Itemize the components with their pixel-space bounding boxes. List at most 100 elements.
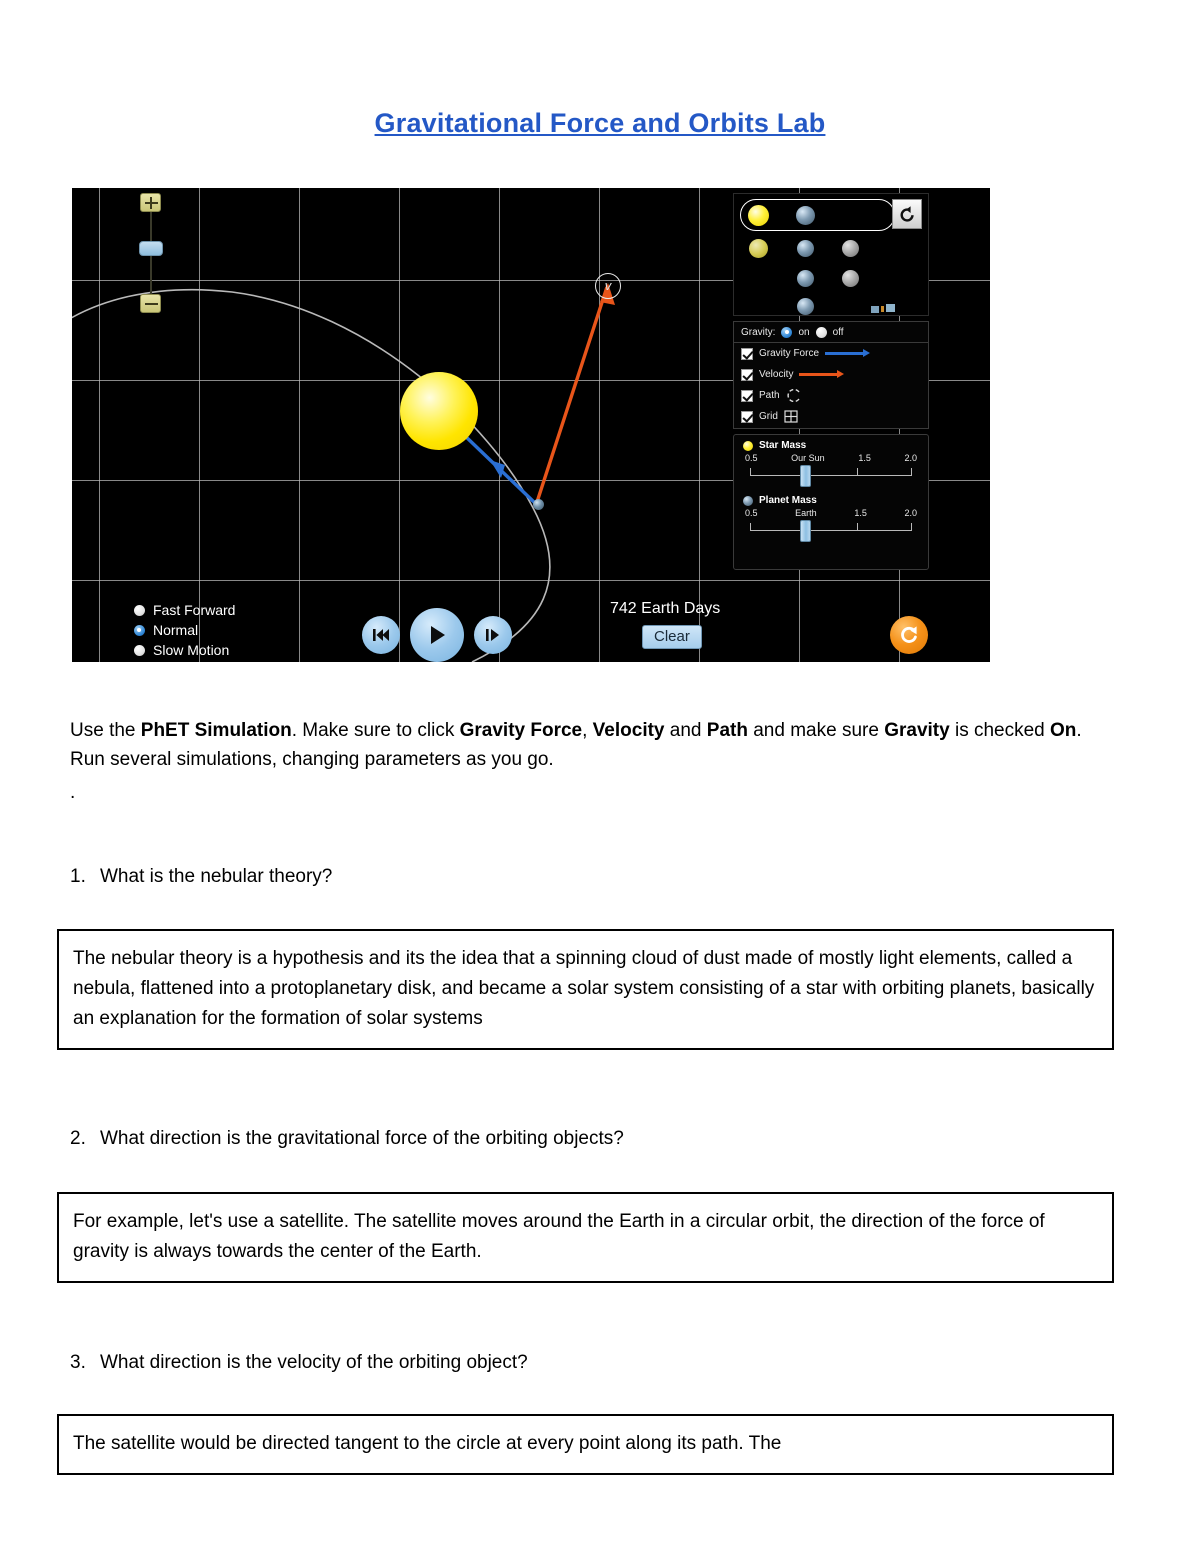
orange-arrow-icon [799,370,845,378]
restart-button[interactable] [892,199,922,229]
instr-bold-gravity-force: Gravity Force [459,720,583,741]
planet-mass-title: Planet Mass [759,495,817,506]
planet-icon-row3[interactable] [797,270,814,287]
planet-icon-row4[interactable] [797,298,814,315]
stray-period: . [70,782,76,803]
gravity-on-label: on [798,326,810,338]
page-title: Gravitational Force and Orbits Lab [374,108,826,138]
planet-mass-slider[interactable] [750,519,912,545]
phet-simulation-canvas[interactable]: v Gravity: on off Gravity Force Velocity… [72,188,990,662]
tick-label: 0.5 [745,508,758,518]
reset-all-button[interactable] [890,616,928,654]
answer-box-3[interactable]: The satellite would be directed tangent … [57,1414,1114,1476]
restart-arrow-icon [900,205,914,222]
elapsed-time-label: 742 Earth Days [610,600,721,617]
instr-bold-on: On [1050,720,1077,741]
checkbox-label: Gravity Force [759,348,820,359]
instr-part: and [664,720,707,741]
checkbox-label: Grid [759,411,778,422]
gravity-toggle-row[interactable]: Gravity: on off [734,322,928,343]
slider-tick [911,523,912,531]
radio-icon[interactable] [134,644,145,656]
rewind-button[interactable] [362,616,400,654]
tick-label: Our Sun [791,453,825,463]
gravity-on-radio[interactable] [781,326,793,338]
radio-icon[interactable] [134,624,145,636]
reset-all-icon [901,626,917,643]
tick-label: 2.0 [904,508,917,518]
slider-tick [856,468,858,476]
question-3: 3. What direction is the velocity of the … [70,1352,1110,1374]
checkbox-path[interactable]: Path [734,385,928,406]
planet-mass-slider-knob[interactable] [800,520,812,542]
checkbox-icon[interactable] [741,389,753,402]
question-text: What is the nebular theory? [100,866,333,887]
speed-option-normal[interactable]: Normal [134,620,235,640]
answer-box-1[interactable]: The nebular theory is a hypothesis and i… [57,929,1114,1051]
slider-track [750,475,912,476]
slider-track [750,530,912,531]
blue-arrow-icon [825,349,871,357]
star-mass-slider[interactable] [750,464,912,490]
zoom-control[interactable] [139,193,163,313]
checkbox-grid[interactable]: Grid [734,406,928,427]
playback-controls[interactable] [362,608,512,662]
tick-label: 1.5 [854,508,867,518]
speed-label: Slow Motion [153,642,230,658]
speed-option-fast-forward[interactable]: Fast Forward [134,600,235,620]
slider-tick [750,523,751,531]
gravity-off-label: off [832,326,844,338]
checkbox-icon[interactable] [741,410,753,423]
velocity-drag-handle[interactable]: v [595,273,621,299]
gravity-off-radio[interactable] [815,326,827,338]
slider-tick [856,523,858,531]
mode-selector-panel[interactable] [733,193,929,316]
planet-icon[interactable] [796,206,815,225]
satellite-icon[interactable] [870,302,896,316]
zoom-out-button[interactable] [140,294,161,313]
instr-bold-velocity: Velocity [592,720,665,741]
mass-controls-panel[interactable]: Star Mass 0.5 Our Sun 1.5 2.0 Planet Mas… [733,434,929,570]
planet-mass-ticks: 0.5 Earth 1.5 2.0 [734,508,928,518]
star-mass-ticks: 0.5 Our Sun 1.5 2.0 [734,453,928,463]
instr-part: and make sure [747,720,885,741]
clear-button[interactable]: Clear [642,625,702,649]
question-number: 2. [70,1128,86,1149]
planet-mass-header: Planet Mass [734,490,928,508]
planet-body[interactable] [533,499,544,510]
moon-icon-row3[interactable] [842,270,859,287]
star-icon [743,440,753,451]
radio-icon[interactable] [134,604,145,616]
tick-label: 0.5 [745,453,758,463]
star-body[interactable] [400,372,478,450]
slider-tick [911,468,912,476]
zoom-in-button[interactable] [140,193,161,212]
moon-icon-row2[interactable] [842,240,859,257]
star-icon-row2[interactable] [749,239,768,258]
instr-part: , [582,720,593,741]
checkbox-gravity-force[interactable]: Gravity Force [734,343,928,364]
checkbox-icon[interactable] [741,347,753,360]
play-button[interactable] [410,608,464,662]
planet-icon-row2[interactable] [797,240,814,257]
checkbox-velocity[interactable]: Velocity [734,364,928,385]
star-icon[interactable] [748,205,769,226]
question-number: 1. [70,866,86,887]
rewind-icon [373,629,389,641]
checkbox-label: Path [759,390,780,401]
speed-option-slow-motion[interactable]: Slow Motion [134,640,235,660]
star-mass-slider-knob[interactable] [800,465,812,487]
question-2: 2. What direction is the gravitational fo… [70,1128,1110,1150]
star-mass-header: Star Mass [734,435,928,453]
planet-icon [743,495,753,506]
gravity-options-panel[interactable]: Gravity: on off Gravity Force Velocity P… [733,321,929,429]
answer-box-2[interactable]: For example, let's use a satellite. The … [57,1192,1114,1284]
star-mass-title: Star Mass [759,440,807,451]
zoom-slider-handle[interactable] [139,241,163,256]
step-forward-button[interactable] [474,616,512,654]
tick-label: 1.5 [858,453,871,463]
speed-radio-group[interactable]: Fast Forward Normal Slow Motion [134,600,235,660]
step-forward-icon [486,629,499,641]
checkbox-icon[interactable] [741,368,753,381]
instr-bold-gravity: Gravity [884,720,950,741]
